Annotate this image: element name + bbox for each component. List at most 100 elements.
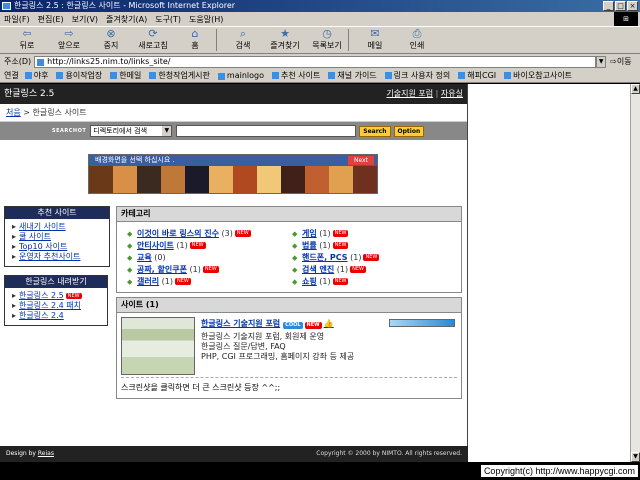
download-item[interactable]: 한글링스 2.5NEW <box>12 291 103 301</box>
category-item[interactable]: 갤러리 (1)NEW <box>127 276 292 288</box>
cool-badge: COOL <box>283 322 303 329</box>
link-item[interactable]: 추천 사이트 <box>271 70 320 81</box>
breadcrumb-home[interactable]: 처음 <box>6 108 21 117</box>
scroll-up-icon[interactable]: ▲ <box>631 84 640 94</box>
recommend-item[interactable]: 새내기 사이트 <box>12 222 105 232</box>
category-item[interactable]: 핸드폰, PCS (1)NEW <box>292 252 457 264</box>
menu-help[interactable]: 도움말(H) <box>189 14 223 25</box>
ie-icon <box>2 2 11 10</box>
site-search-bar: SEARCHOT 디렉토리에서 검색 Search Option <box>0 122 467 140</box>
favorites-button[interactable]: ★ 즐겨찾기 <box>264 28 306 53</box>
site-container: 한글링스 2.5 기술지원 포럼 | 자유실 처음 > 한글링스 사이트 SEA… <box>0 84 468 462</box>
link-item[interactable]: 해피CGI <box>458 70 496 81</box>
site-footer: Design by Reias Copyright © 2000 by NIMT… <box>0 446 468 462</box>
wallpaper-banner[interactable]: 배경화면을 선택 하십시요 . Next <box>88 154 378 194</box>
banner-next-button[interactable]: Next <box>348 156 374 165</box>
vertical-scrollbar[interactable]: ▲ ▼ <box>630 84 640 462</box>
link-item[interactable]: 링크 사용자 정의 <box>384 70 450 81</box>
history-button[interactable]: ◷ 목록보기 <box>306 28 348 53</box>
category-item[interactable]: 검색 엔진 (1)NEW <box>292 264 457 276</box>
address-label: 주소(D) <box>4 57 32 66</box>
links-bar: 연결 야후 용이작업장 한메일 한청작업게시판 mainlogo 추천 사이트 … <box>0 69 640 83</box>
breadcrumb: 처음 > 한글링스 사이트 <box>0 104 467 122</box>
site-search-input[interactable] <box>176 125 357 137</box>
link-item[interactable]: 채널 가이드 <box>328 70 377 81</box>
category-item[interactable]: 쇼핑 (1)NEW <box>292 276 457 288</box>
scroll-down-icon[interactable]: ▼ <box>631 452 640 462</box>
back-button[interactable]: ⇦ 뒤로 <box>6 28 48 53</box>
banner-image-strip <box>89 166 377 193</box>
recommend-title: 추천 사이트 <box>5 207 109 219</box>
menu-favorites[interactable]: 즐겨찾기(A) <box>106 14 147 25</box>
menu-tools[interactable]: 도구(T) <box>155 14 181 25</box>
category-item[interactable]: 안티사이트 (1)NEW <box>127 240 292 252</box>
menu-edit[interactable]: 편집(E) <box>38 14 64 25</box>
recommend-item[interactable]: Top10 사이트 <box>12 242 105 252</box>
print-button[interactable]: ⎙ 인쇄 <box>396 28 438 53</box>
menubar: 파일(F) 편집(E) 보기(V) 즐겨찾기(A) 도구(T) 도움말(H) <box>0 12 640 26</box>
thumbs-up-icon: 👍 <box>323 319 334 328</box>
link-item[interactable]: 용이작업장 <box>56 70 102 81</box>
new-badge: NEW <box>189 242 206 249</box>
menu-file[interactable]: 파일(F) <box>4 14 30 25</box>
windows-logo-icon: ⊞ <box>614 12 638 26</box>
category-item[interactable]: 공짜, 할인쿠폰 (1)NEW <box>127 264 292 276</box>
watermark: Copyright(c) http://www.happycgi.com <box>480 465 638 477</box>
back-arrow-icon: ⇦ <box>22 27 32 40</box>
sites-title: 사이트 (1) <box>117 298 461 313</box>
search-scope-select[interactable]: 디렉토리에서 검색 <box>90 125 173 137</box>
maximize-button[interactable]: □ <box>615 1 626 11</box>
download-title: 한글링스 내려받기 <box>5 276 107 288</box>
home-button[interactable]: ⌂ 홈 <box>174 28 216 53</box>
new-badge: NEW <box>332 242 349 249</box>
category-item[interactable]: 법률 (1)NEW <box>292 240 457 252</box>
site-search-button[interactable]: Search <box>359 125 391 137</box>
breadcrumb-sep: > <box>20 108 33 117</box>
search-icon: ⌕ <box>239 27 247 40</box>
mail-button[interactable]: ✉ 메일 <box>354 28 396 53</box>
main-column: 카테고리 이것이 바로 링스의 진수 (3)NEW 게임 (1)NEW 안티사이… <box>116 206 462 403</box>
breadcrumb-current: 한글링스 사이트 <box>32 108 87 117</box>
header-link-forum[interactable]: 기술지원 포럼 <box>386 89 433 98</box>
link-item[interactable]: mainlogo <box>217 71 264 80</box>
designer-link[interactable]: Reias <box>38 450 54 457</box>
go-button[interactable]: ⇨이동 <box>610 56 631 67</box>
minimize-button[interactable]: _ <box>603 1 614 11</box>
menu-view[interactable]: 보기(V) <box>72 14 98 25</box>
category-item[interactable]: 교육 (0) <box>127 252 292 264</box>
category-item[interactable]: 게임 (1)NEW <box>292 228 457 240</box>
category-item[interactable]: 이것이 바로 링스의 진수 (3)NEW <box>127 228 292 240</box>
mail-icon: ✉ <box>370 27 380 40</box>
new-badge: NEW <box>332 278 349 285</box>
site-option-button[interactable]: Option <box>393 125 425 137</box>
download-item[interactable]: 한글링스 2.4 패치 <box>12 301 103 311</box>
link-item[interactable]: 야후 <box>24 70 48 81</box>
new-badge: NEW <box>332 230 349 237</box>
stop-button[interactable]: ⊗ 중지 <box>90 28 132 53</box>
search-button[interactable]: ⌕ 검색 <box>222 28 264 53</box>
toolbar: ⇦ 뒤로 ⇨ 앞으로 ⊗ 중지 ⟳ 새로고침 ⌂ 홈 ⌕ 검색 ★ 즐겨찾기 ◷ 목록보기 ✉ 메… <box>0 26 640 54</box>
search-label: SEARCHOT <box>52 128 87 134</box>
new-badge: NEW <box>350 266 366 273</box>
forward-button[interactable]: ⇨ 앞으로 <box>48 28 90 53</box>
refresh-button[interactable]: ⟳ 새로고침 <box>132 28 174 53</box>
address-input[interactable]: http://links25.nim.to/links_site/ <box>34 55 597 68</box>
page-viewport: 한글링스 2.5 기술지원 포럼 | 자유실 처음 > 한글링스 사이트 SEA… <box>0 84 630 462</box>
link-item[interactable]: 한메일 <box>110 70 141 81</box>
address-bar: 주소(D) http://links25.nim.to/links_site/ … <box>0 54 640 69</box>
recommend-item[interactable]: 쿨 사이트 <box>12 232 105 242</box>
header-link-free[interactable]: 자유실 <box>441 89 463 98</box>
site-name: 한글링스 2.5 <box>4 89 55 99</box>
site-screenshot[interactable] <box>121 317 195 375</box>
site-header: 한글링스 2.5 기술지원 포럼 | 자유실 <box>0 84 467 104</box>
download-item[interactable]: 한글링스 2.4 <box>12 311 103 321</box>
new-badge: NEW <box>174 278 191 285</box>
close-button[interactable]: × <box>627 1 638 11</box>
forward-arrow-icon: ⇨ <box>64 27 74 40</box>
link-item[interactable]: 한청작업게시판 <box>149 70 210 81</box>
new-badge: NEW <box>65 292 82 299</box>
refresh-icon: ⟳ <box>148 27 158 40</box>
address-dropdown-icon[interactable]: ▼ <box>596 55 607 68</box>
link-item[interactable]: 바이오참고사이트 <box>504 70 572 81</box>
recommend-item[interactable]: 운영자 추천사이트 <box>12 252 105 262</box>
